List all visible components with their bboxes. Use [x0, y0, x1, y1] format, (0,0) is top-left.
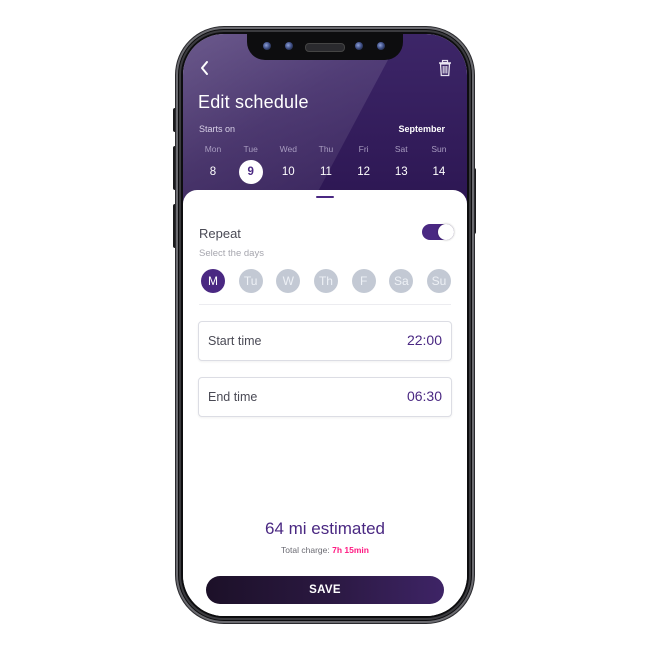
speaker-grille	[305, 43, 345, 52]
select-days-label: Select the days	[199, 248, 264, 259]
end-time-label: End time	[208, 390, 258, 404]
trash-icon	[439, 59, 451, 77]
start-time-value: 22:00	[406, 332, 442, 348]
repeat-day-sunday[interactable]: Su	[426, 269, 451, 293]
date-number: 13	[394, 166, 408, 178]
date-sat[interactable]: Sat 13	[383, 142, 419, 184]
repeat-label: Repeat	[199, 226, 241, 241]
total-charge-value: 7h 15min	[332, 545, 369, 555]
save-button[interactable]: SAVE	[206, 576, 444, 604]
repeat-toggle[interactable]	[422, 224, 454, 240]
repeat-day-selector: M Tu W Th F Sa Su	[201, 269, 451, 293]
start-time-label: Start time	[208, 334, 262, 348]
range-estimate: 64 mi estimated	[265, 519, 385, 538]
phone-notch	[247, 34, 403, 60]
schedule-header: Edit schedule Starts on September Mon 8 …	[183, 34, 467, 209]
date-number: 12	[357, 166, 371, 178]
weekday-label: Sun	[431, 144, 447, 154]
divider	[199, 304, 451, 305]
front-camera-icon	[377, 42, 385, 50]
week-date-picker: Mon 8 Tue 9 Wed 10 Thu 11 Fri 12 Sat 13	[195, 142, 457, 184]
start-time-field[interactable]: Start time 22:00	[198, 321, 452, 361]
weekday-label: Mon	[204, 144, 222, 154]
page-title: Edit schedule	[198, 92, 309, 112]
repeat-day-wednesday[interactable]: W	[276, 269, 301, 293]
weekday-label: Wed	[279, 144, 297, 154]
sensor-icon	[285, 42, 293, 50]
total-charge-label: Total charge:	[281, 545, 330, 555]
repeat-day-saturday[interactable]: Sa	[389, 269, 414, 293]
total-charge: Total charge: 7h 15min	[183, 545, 467, 555]
date-mon[interactable]: Mon 8	[195, 142, 231, 184]
date-number: 10	[281, 166, 295, 178]
month-label: September	[398, 124, 445, 134]
delete-button[interactable]	[435, 58, 455, 78]
date-thu[interactable]: Thu 11	[308, 142, 344, 184]
chevron-left-icon	[201, 61, 208, 75]
date-number: 14	[432, 166, 446, 178]
weekday-label: Tue	[243, 144, 258, 154]
repeat-day-tuesday[interactable]: Tu	[238, 269, 263, 293]
date-tue[interactable]: Tue 9	[233, 142, 269, 184]
weekday-label: Fri	[358, 144, 369, 154]
repeat-day-monday[interactable]: M	[201, 269, 225, 293]
starts-on-label: Starts on	[199, 124, 236, 134]
back-button[interactable]	[195, 58, 215, 78]
weekday-label: Thu	[318, 144, 334, 154]
date-number: 11	[319, 166, 332, 178]
selected-date-number: 9	[238, 160, 263, 184]
date-number: 8	[209, 166, 217, 178]
repeat-day-friday[interactable]: F	[351, 269, 376, 293]
end-time-value: 06:30	[406, 388, 442, 404]
schedule-sheet: Repeat Select the days M Tu W Th F Sa Su…	[183, 190, 467, 616]
repeat-day-thursday[interactable]: Th	[313, 269, 338, 293]
weekday-label: Sat	[394, 144, 408, 154]
sheet-drag-handle[interactable]	[316, 196, 334, 198]
toggle-knob	[438, 224, 454, 240]
date-wed[interactable]: Wed 10	[270, 142, 306, 184]
date-sun[interactable]: Sun 14	[421, 142, 457, 184]
end-time-field[interactable]: End time 06:30	[198, 377, 452, 417]
sensor-icon	[355, 42, 363, 50]
sensor-icon	[263, 42, 271, 50]
phone-screen: Edit schedule Starts on September Mon 8 …	[183, 34, 467, 616]
date-fri[interactable]: Fri 12	[346, 142, 382, 184]
